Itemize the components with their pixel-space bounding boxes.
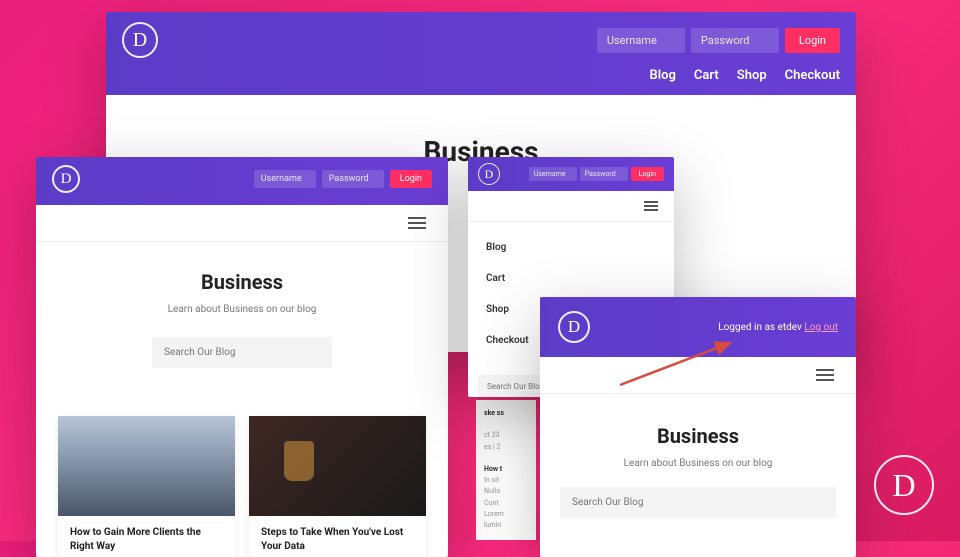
logo[interactable]: D — [52, 165, 80, 193]
logout-link[interactable]: Log out — [804, 322, 838, 333]
password-input[interactable] — [691, 28, 779, 53]
subnav — [468, 191, 674, 222]
cards: How to Gain More Clients the Right Way S… — [36, 416, 448, 557]
nav-blog[interactable]: Blog — [650, 68, 676, 83]
main-nav: Blog Cart Shop Checkout — [106, 68, 856, 95]
card[interactable]: How to Gain More Clients the Right Way — [58, 416, 235, 557]
password-input[interactable] — [580, 167, 628, 181]
content: Business Learn about Business on our blo… — [540, 394, 856, 530]
login-button[interactable]: Login — [631, 167, 664, 181]
auth-form: Login — [254, 170, 432, 188]
username: etdev — [778, 322, 802, 333]
page-title: Business — [560, 424, 836, 448]
search-input[interactable] — [560, 487, 836, 518]
header: D Login — [36, 157, 448, 205]
hamburger-icon[interactable] — [638, 195, 664, 217]
card-image — [249, 416, 426, 516]
nav-shop[interactable]: Shop — [737, 68, 767, 83]
login-button[interactable]: Login — [390, 170, 432, 188]
login-button[interactable]: Login — [785, 28, 840, 53]
hamburger-icon[interactable] — [402, 211, 432, 235]
card-image — [58, 416, 235, 516]
tablet-view: D Login Business Learn about Business on… — [36, 157, 448, 557]
page-subtitle: Learn about Business on our blog — [560, 458, 836, 469]
nav-checkout[interactable]: Checkout — [785, 68, 840, 83]
auth-form: Login — [597, 28, 840, 53]
card-title: Steps to Take When You've Lost Your Data — [249, 516, 426, 557]
subnav — [36, 205, 448, 242]
search-input[interactable] — [152, 337, 332, 368]
logo[interactable]: D — [122, 22, 158, 58]
page-subtitle: Learn about Business on our blog — [56, 304, 428, 315]
username-input[interactable] — [597, 28, 685, 53]
subnav — [540, 357, 856, 394]
menu-item-cart[interactable]: Cart — [486, 263, 656, 294]
card-title: How to Gain More Clients the Right Way — [58, 516, 235, 557]
header: D Login — [468, 157, 674, 191]
card[interactable]: Steps to Take When You've Lost Your Data — [249, 416, 426, 557]
header: D Logged in as etdev Log out — [540, 297, 856, 357]
nav-cart[interactable]: Cart — [694, 68, 719, 83]
header: D Login — [106, 12, 856, 68]
content: Business Learn about Business on our blo… — [36, 242, 448, 396]
peek-text: ske ss ct 23 es | 2 How t In sit Nulla C… — [476, 400, 536, 540]
mobile-logged-in: D Logged in as etdev Log out Business Le… — [540, 297, 856, 557]
username-input[interactable] — [254, 170, 316, 188]
page-title: Business — [56, 270, 428, 294]
logged-prefix: Logged in as — [718, 322, 777, 333]
logged-in-status: Logged in as etdev Log out — [718, 322, 838, 333]
hamburger-icon[interactable] — [810, 363, 840, 387]
watermark-logo: D — [874, 455, 934, 515]
logo[interactable]: D — [558, 311, 590, 343]
auth-form: Login — [529, 167, 664, 181]
logo[interactable]: D — [478, 163, 500, 185]
username-input[interactable] — [529, 167, 577, 181]
menu-item-blog[interactable]: Blog — [486, 232, 656, 263]
password-input[interactable] — [322, 170, 384, 188]
